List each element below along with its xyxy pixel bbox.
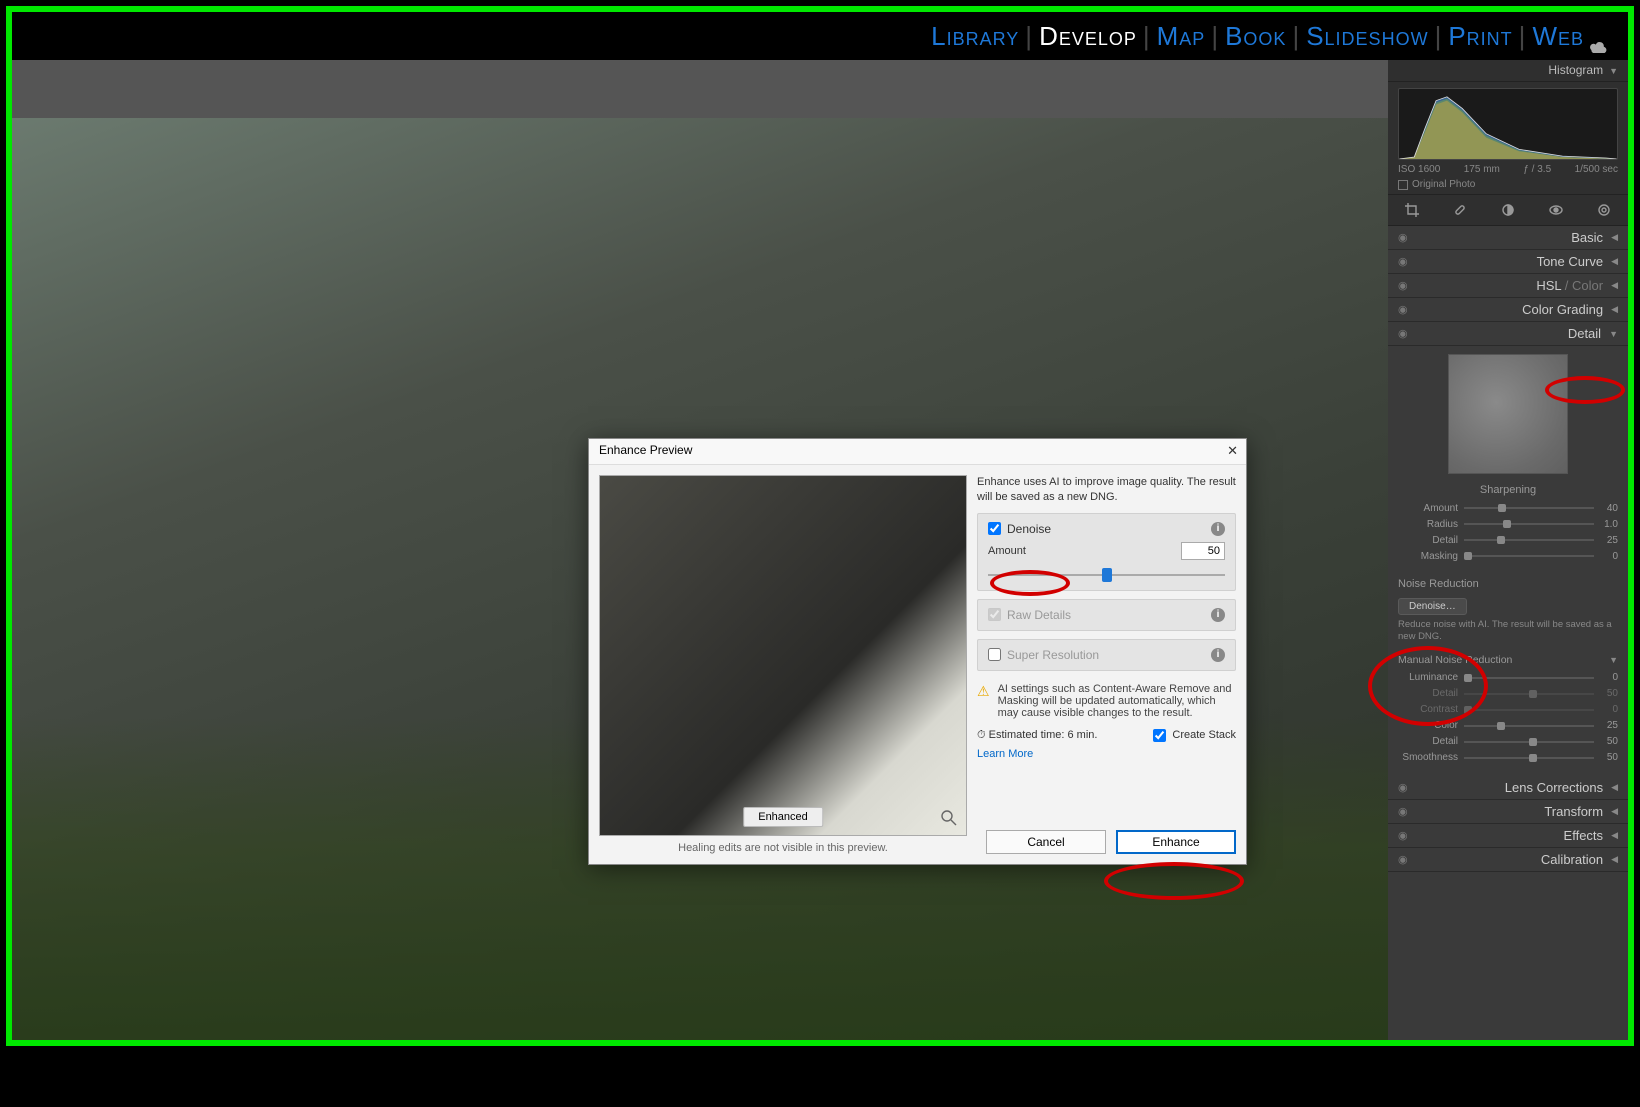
heal-tool-icon[interactable] <box>1450 200 1470 220</box>
chevron-left-icon: ◀ <box>1611 304 1618 315</box>
eye-icon[interactable]: ◉ <box>1398 805 1408 818</box>
histogram-header[interactable]: Histogram▼ <box>1388 60 1628 82</box>
chevron-down-icon[interactable]: ▼ <box>1609 655 1618 665</box>
amount-slider[interactable] <box>988 568 1225 582</box>
sharpen-amount-slider[interactable]: Amount40 <box>1398 500 1618 516</box>
dialog-titlebar[interactable]: Enhance Preview ✕ <box>589 439 1246 465</box>
section-transform[interactable]: ◉Transform◀ <box>1388 800 1628 824</box>
mask-tool-icon[interactable] <box>1498 200 1518 220</box>
sharpening-header: Sharpening <box>1398 484 1618 496</box>
tab-library[interactable]: Library <box>931 21 1019 52</box>
eye-icon[interactable]: ◉ <box>1398 327 1408 340</box>
nr-luminance-slider[interactable]: Luminance0 <box>1398 670 1618 686</box>
cancel-button[interactable]: Cancel <box>986 830 1106 854</box>
eye-icon[interactable]: ◉ <box>1398 279 1408 292</box>
section-tone-curve[interactable]: ◉Tone Curve◀ <box>1388 250 1628 274</box>
nr-color-detail-slider[interactable]: Detail50 <box>1398 734 1618 750</box>
close-icon[interactable]: ✕ <box>1227 443 1238 459</box>
denoise-description: Reduce noise with AI. The result will be… <box>1398 619 1618 644</box>
chevron-left-icon: ◀ <box>1611 256 1618 267</box>
sharpen-masking-slider[interactable]: Masking0 <box>1398 548 1618 564</box>
chevron-left-icon: ◀ <box>1611 830 1618 841</box>
eye-icon[interactable]: ◉ <box>1398 853 1408 866</box>
denoise-checkbox[interactable]: Denoise <box>988 522 1051 536</box>
denoise-option-box: Denoise i Amount <box>977 513 1236 591</box>
module-picker: Library| Develop| Map| Book| Slideshow| … <box>12 12 1628 60</box>
super-resolution-checkbox[interactable]: Super Resolution <box>988 648 1099 662</box>
tab-map[interactable]: Map <box>1157 21 1206 52</box>
section-lens-corrections[interactable]: ◉Lens Corrections◀ <box>1388 776 1628 800</box>
chevron-left-icon: ◀ <box>1611 854 1618 865</box>
enhance-preview-dialog: Enhance Preview ✕ Enhanced Healing edits… <box>588 438 1247 865</box>
histogram-box: ISO 1600 175 mm ƒ / 3.5 1/500 sec Origin… <box>1388 82 1628 194</box>
info-icon[interactable]: i <box>1211 608 1225 622</box>
manual-nr-header: Manual Noise Reduction <box>1398 654 1512 666</box>
sharpen-detail-slider[interactable]: Detail25 <box>1398 532 1618 548</box>
learn-more-link[interactable]: Learn More <box>977 748 1236 760</box>
develop-right-panel: Histogram▼ ISO 1600 175 mm ƒ / 3.5 1/500… <box>1388 60 1628 1040</box>
info-icon[interactable]: i <box>1211 648 1225 662</box>
section-color-grading[interactable]: ◉Color Grading◀ <box>1388 298 1628 322</box>
nr-color-slider[interactable]: Color25 <box>1398 718 1618 734</box>
nr-detail-slider[interactable]: Detail50 <box>1398 686 1618 702</box>
section-basic[interactable]: ◉Basic◀ <box>1388 226 1628 250</box>
cloud-sync-icon[interactable] <box>1588 29 1608 43</box>
enhance-button[interactable]: Enhance <box>1116 830 1236 854</box>
chevron-left-icon: ◀ <box>1611 782 1618 793</box>
tool-strip <box>1388 194 1628 226</box>
tab-develop[interactable]: Develop <box>1039 21 1137 52</box>
exposure-metadata: ISO 1600 175 mm ƒ / 3.5 1/500 sec <box>1398 164 1618 175</box>
section-hsl-color[interactable]: ◉HSL / Color◀ <box>1388 274 1628 298</box>
nr-smoothness-slider[interactable]: Smoothness50 <box>1398 750 1618 766</box>
redeye-tool-icon[interactable] <box>1546 200 1566 220</box>
create-stack-checkbox[interactable]: Create Stack <box>1153 729 1236 742</box>
eye-icon[interactable]: ◉ <box>1398 255 1408 268</box>
chevron-left-icon: ◀ <box>1611 232 1618 243</box>
enhanced-badge: Enhanced <box>743 807 823 827</box>
chevron-left-icon: ◀ <box>1611 806 1618 817</box>
eye-icon[interactable]: ◉ <box>1398 231 1408 244</box>
chevron-down-icon: ▼ <box>1609 66 1618 76</box>
presets-tool-icon[interactable] <box>1594 200 1614 220</box>
info-icon[interactable]: i <box>1211 522 1225 536</box>
amount-input[interactable] <box>1181 542 1225 560</box>
raw-details-option-box: Raw Details i <box>977 599 1236 631</box>
section-effects[interactable]: ◉Effects◀ <box>1388 824 1628 848</box>
warning-icon: ⚠ <box>977 683 990 719</box>
dialog-intro-text: Enhance uses AI to improve image quality… <box>977 475 1236 505</box>
estimated-time: ⏱ Estimated time: 6 min. <box>977 729 1097 742</box>
crop-tool-icon[interactable] <box>1402 200 1422 220</box>
section-detail[interactable]: ◉Detail▼ <box>1388 322 1628 346</box>
enhance-preview-image[interactable]: Enhanced <box>599 475 967 836</box>
eye-icon[interactable]: ◉ <box>1398 303 1408 316</box>
raw-details-checkbox: Raw Details <box>988 608 1071 622</box>
nr-contrast-slider[interactable]: Contrast0 <box>1398 702 1618 718</box>
sharpen-radius-slider[interactable]: Radius1.0 <box>1398 516 1618 532</box>
detail-preview-thumb[interactable] <box>1448 354 1568 474</box>
denoise-button[interactable]: Denoise… <box>1398 598 1467 615</box>
ai-warning-text: ⚠ AI settings such as Content-Aware Remo… <box>977 683 1236 719</box>
chevron-left-icon: ◀ <box>1611 280 1618 291</box>
amount-label: Amount <box>988 545 1026 557</box>
detail-panel-body: Sharpening Amount40 Radius1.0 Detail25 M… <box>1388 346 1628 776</box>
tab-print[interactable]: Print <box>1448 21 1512 52</box>
eye-icon[interactable]: ◉ <box>1398 829 1408 842</box>
histogram-graph[interactable] <box>1398 88 1618 160</box>
section-calibration[interactable]: ◉Calibration◀ <box>1388 848 1628 872</box>
noise-reduction-header: Noise Reduction <box>1398 578 1618 590</box>
chevron-down-icon: ▼ <box>1609 329 1618 339</box>
eye-icon[interactable]: ◉ <box>1398 781 1408 794</box>
super-resolution-option-box: Super Resolution i <box>977 639 1236 671</box>
tab-book[interactable]: Book <box>1225 21 1286 52</box>
tab-slideshow[interactable]: Slideshow <box>1306 21 1428 52</box>
healing-note: Healing edits are not visible in this pr… <box>599 842 967 854</box>
zoom-icon[interactable] <box>940 809 958 827</box>
tab-web[interactable]: Web <box>1532 21 1584 52</box>
original-photo-toggle[interactable]: Original Photo <box>1398 179 1618 190</box>
